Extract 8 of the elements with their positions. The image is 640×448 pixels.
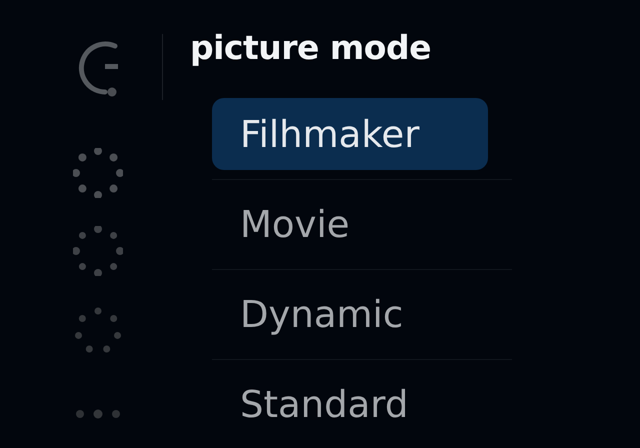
dots-icon — [73, 407, 123, 421]
loading-icon — [73, 148, 123, 198]
menu-item[interactable]: Filhmaker — [212, 98, 488, 170]
loading-icon — [73, 226, 123, 276]
menu-item[interactable]: Dynamic — [212, 278, 488, 350]
menu-item[interactable]: Movie — [212, 188, 488, 260]
menu-title: picture mode — [190, 28, 431, 66]
menu-item[interactable]: Standard — [212, 368, 488, 440]
